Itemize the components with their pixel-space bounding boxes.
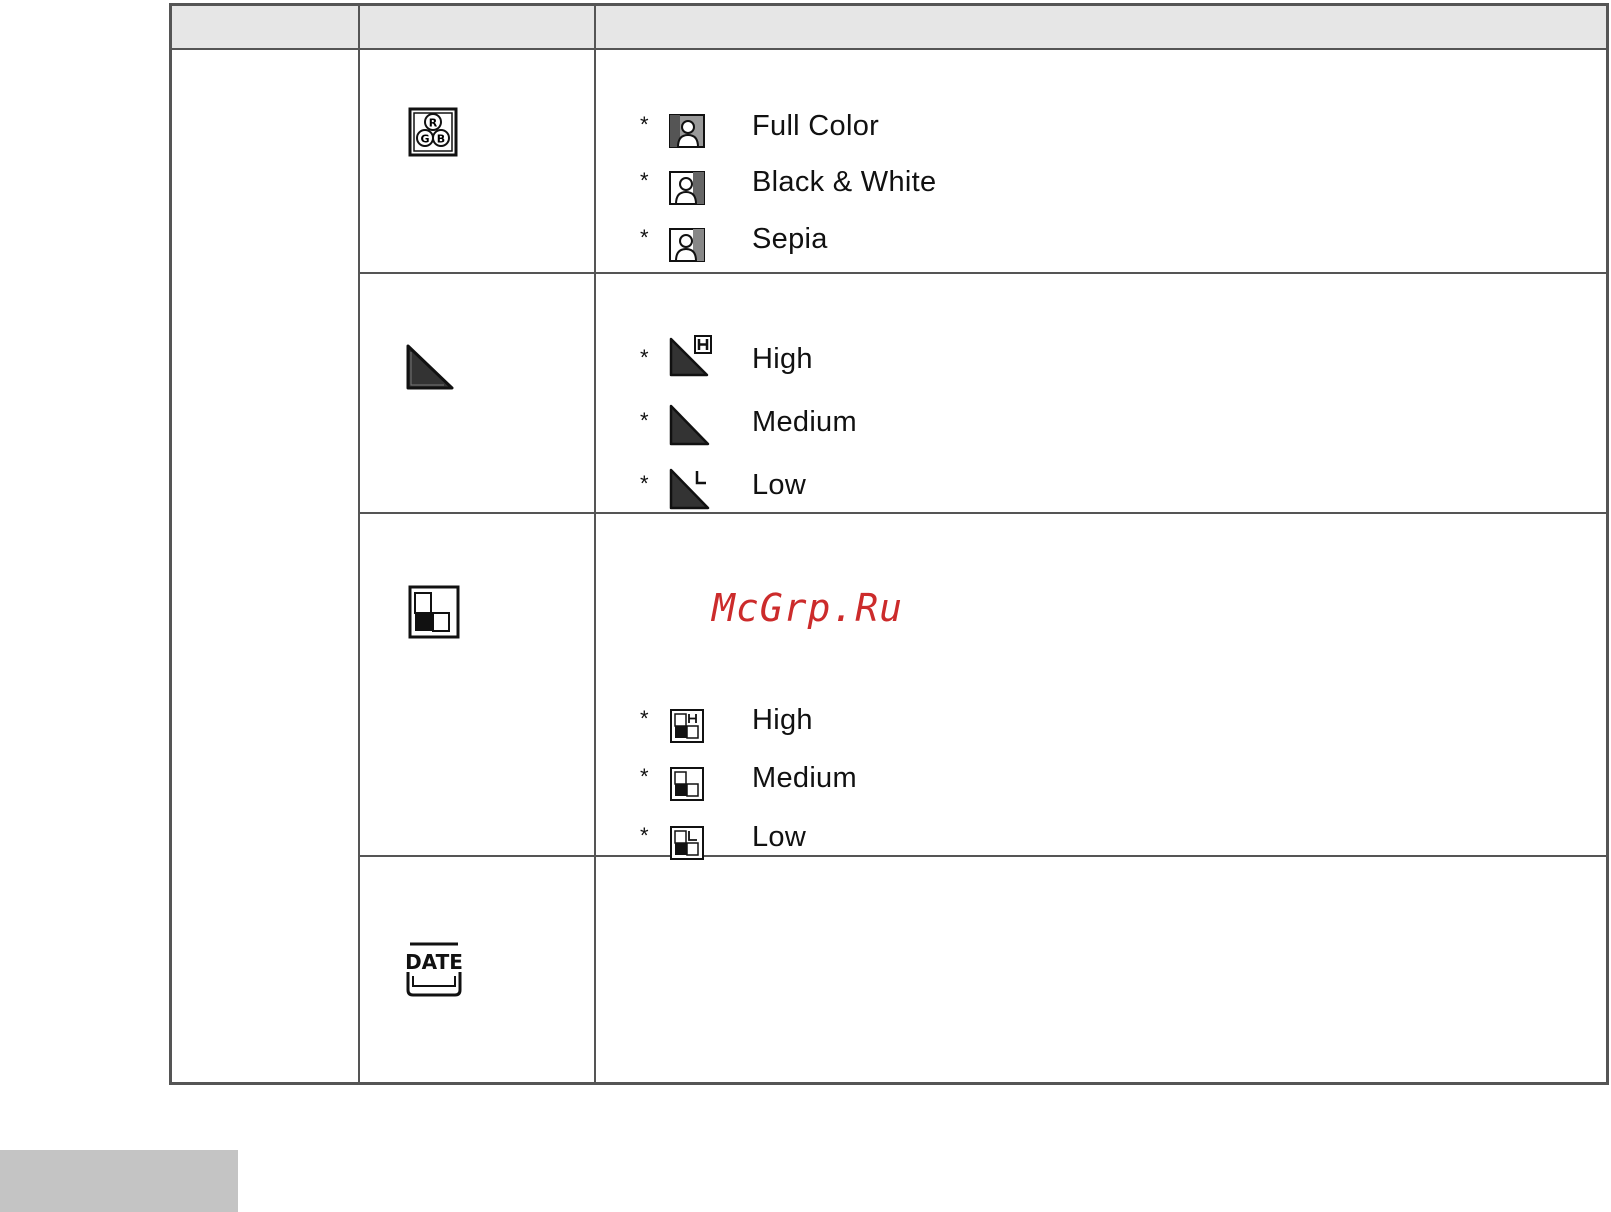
- svg-text:G: G: [420, 133, 429, 146]
- bullet-star: *: [640, 112, 649, 137]
- option-label: Low: [752, 821, 807, 853]
- svg-text:B: B: [437, 133, 445, 146]
- bullet-star: *: [640, 823, 649, 848]
- column-divider: [594, 6, 596, 1085]
- bullet-star: *: [640, 168, 649, 193]
- page-footer-tab: [0, 1150, 238, 1212]
- column-divider: [358, 6, 360, 1085]
- option-label: Sepia: [752, 223, 828, 255]
- row-divider: [358, 855, 1606, 857]
- sharpness-low-icon: [669, 468, 713, 515]
- sharpness-high-icon: [669, 335, 713, 382]
- bullet-star: *: [640, 471, 649, 496]
- option-label: High: [752, 343, 813, 375]
- option-label: Low: [752, 469, 807, 501]
- contrast-icon: [408, 585, 460, 644]
- contrast-low-icon: [670, 826, 704, 865]
- option-label: Black & White: [752, 166, 937, 198]
- sharpness-medium-icon: [669, 404, 711, 451]
- rgb-color-icon: R G B: [408, 107, 458, 162]
- row-divider: [358, 512, 1606, 514]
- contrast-medium-icon: [670, 767, 704, 806]
- option-label: Medium: [752, 406, 857, 438]
- row-divider: [358, 272, 1606, 274]
- table-header: [172, 6, 1606, 50]
- full-color-icon: [669, 114, 705, 153]
- bullet-star: *: [640, 225, 649, 250]
- sharpness-icon: [406, 344, 454, 397]
- watermark-text: McGrp.Ru: [712, 586, 904, 630]
- option-label: High: [752, 704, 813, 736]
- option-label: Medium: [752, 762, 857, 794]
- contrast-high-icon: [670, 709, 704, 748]
- bullet-star: *: [640, 408, 649, 433]
- bullet-star: *: [640, 706, 649, 731]
- bullet-star: *: [640, 764, 649, 789]
- date-stamp-icon: DATE: [404, 940, 464, 1003]
- option-label: Full Color: [752, 110, 880, 142]
- bullet-star: *: [640, 345, 649, 370]
- svg-text:R: R: [429, 117, 438, 130]
- black-white-icon: [669, 171, 705, 210]
- svg-text:DATE: DATE: [405, 950, 463, 974]
- sepia-icon: [669, 228, 705, 267]
